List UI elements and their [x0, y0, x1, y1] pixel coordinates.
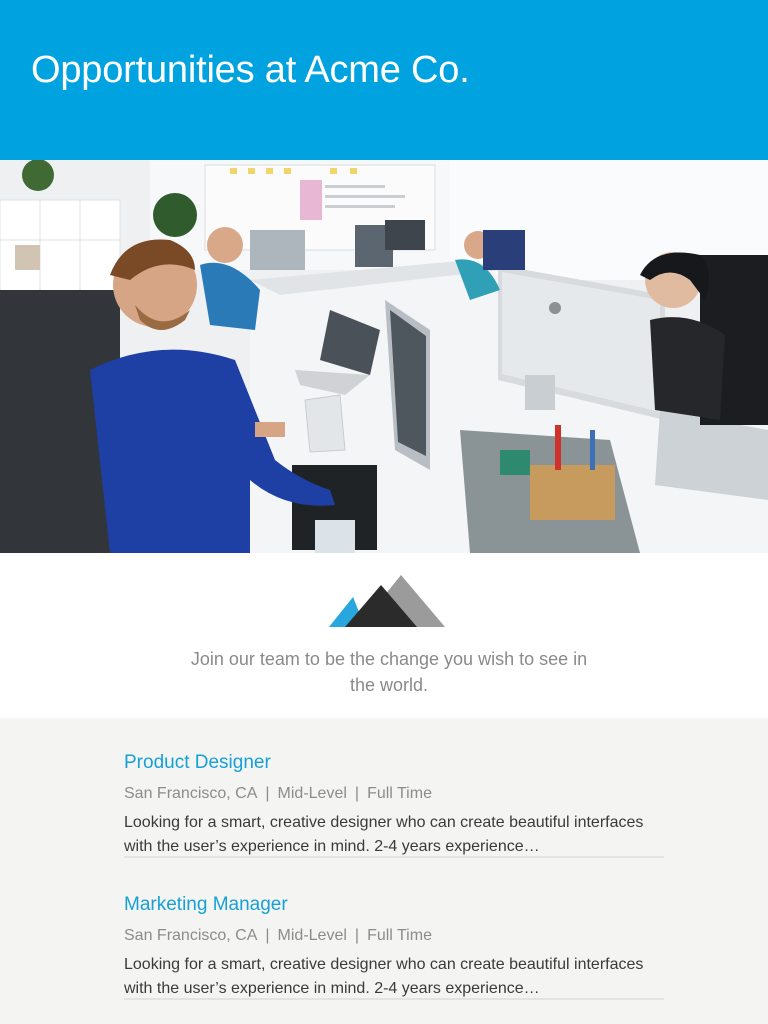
meta-separator: | [354, 927, 360, 944]
mountains-logo-icon [329, 575, 445, 627]
job-meta: San Francisco, CA | Mid-Level | Full Time [124, 926, 664, 946]
job-description: Looking for a smart, creative designer w… [124, 956, 644, 997]
job-listing[interactable]: Marketing Manager San Francisco, CA | Mid-… [124, 890, 664, 1000]
job-level: Mid-Level [277, 927, 347, 944]
job-location: San Francisco, CA [124, 927, 258, 944]
job-description: Looking for a smart, creative designer w… [124, 814, 644, 855]
hero-image [0, 160, 768, 553]
meta-separator: | [265, 785, 270, 802]
intro-section: Join our team to be the change you wish … [0, 553, 768, 718]
job-listing[interactable]: Product Designer San Francisco, CA | Mid-L… [124, 748, 664, 858]
job-meta: San Francisco, CA | Mid-Level | Full Time [124, 784, 664, 804]
page-header: Opportunities at Acme Co. [0, 0, 768, 160]
tagline: Join our team to be the change you wish … [190, 649, 588, 695]
meta-separator: | [265, 927, 270, 944]
job-title-link[interactable]: Marketing Manager [124, 890, 664, 920]
job-level: Mid-Level [277, 785, 347, 802]
job-type: Full Time [367, 785, 432, 802]
job-listings: Product Designer San Francisco, CA | Mid-L… [0, 718, 768, 1000]
job-type: Full Time [367, 927, 432, 944]
page-title: Opportunities at Acme Co. [31, 49, 470, 91]
office-photo [0, 160, 768, 553]
job-location: San Francisco, CA [124, 785, 258, 802]
meta-separator: | [354, 785, 360, 802]
job-title-link[interactable]: Product Designer [124, 748, 664, 778]
